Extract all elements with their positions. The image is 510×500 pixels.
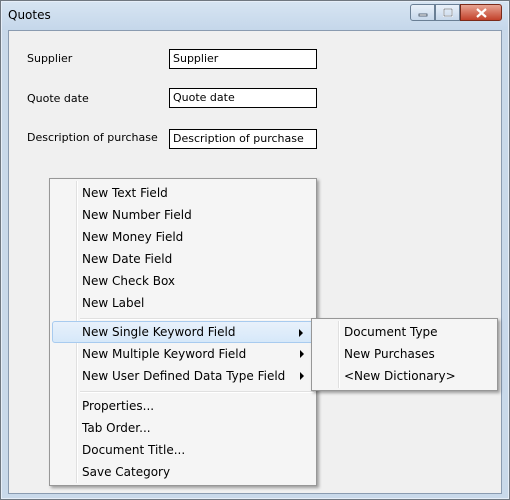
menu-item-new-multiple-keyword-field[interactable]: New Multiple Keyword Field xyxy=(52,343,314,365)
menu-item-new-text-field[interactable]: New Text Field xyxy=(52,182,314,204)
window-title: Quotes xyxy=(8,8,51,22)
submenu-item-document-type[interactable]: Document Type xyxy=(314,321,495,343)
menu-item-new-single-keyword-field[interactable]: New Single Keyword Field xyxy=(52,321,314,343)
menu-item-new-money-field[interactable]: New Money Field xyxy=(52,226,314,248)
menu-item-label: New Multiple Keyword Field xyxy=(82,347,247,361)
menu-item-new-user-defined-data-type-field[interactable]: New User Defined Data Type Field xyxy=(52,365,314,387)
description-label: Description of purchase xyxy=(27,131,158,144)
supplier-field[interactable]: Supplier xyxy=(169,49,317,69)
maximize-icon xyxy=(442,8,453,17)
close-button[interactable] xyxy=(460,4,502,21)
menu-item-properties[interactable]: Properties... xyxy=(52,395,314,417)
description-field[interactable]: Description of purchase xyxy=(169,129,317,149)
menu-item-new-check-box[interactable]: New Check Box xyxy=(52,270,314,292)
menu-separator xyxy=(80,391,314,393)
maximize-button[interactable] xyxy=(435,4,460,21)
menu-item-document-title[interactable]: Document Title... xyxy=(52,439,314,461)
menu-item-label: New Single Keyword Field xyxy=(82,325,236,339)
submenu-arrow-icon xyxy=(300,350,304,358)
close-icon xyxy=(475,7,487,18)
menu-separator xyxy=(80,318,314,320)
quote-date-field[interactable]: Quote date xyxy=(169,88,317,108)
submenu-arrow-icon xyxy=(300,372,304,380)
submenu-item-new-purchases[interactable]: New Purchases xyxy=(314,343,495,365)
title-bar[interactable]: Quotes xyxy=(2,2,508,30)
menu-item-new-label[interactable]: New Label xyxy=(52,292,314,314)
menu-item-label: New User Defined Data Type Field xyxy=(82,369,286,383)
minimize-button[interactable] xyxy=(410,4,435,21)
context-menu: New Text Field New Number Field New Mone… xyxy=(49,178,317,486)
supplier-label: Supplier xyxy=(27,52,73,65)
quote-date-label: Quote date xyxy=(27,92,89,105)
menu-item-tab-order[interactable]: Tab Order... xyxy=(52,417,314,439)
menu-item-new-number-field[interactable]: New Number Field xyxy=(52,204,314,226)
window-controls xyxy=(410,4,502,23)
keyword-submenu: Document Type New Purchases <New Diction… xyxy=(311,318,498,391)
submenu-item-new-dictionary[interactable]: <New Dictionary> xyxy=(314,365,495,387)
menu-item-save-category[interactable]: Save Category xyxy=(52,461,314,483)
menu-item-new-date-field[interactable]: New Date Field xyxy=(52,248,314,270)
submenu-arrow-icon xyxy=(299,329,303,337)
minimize-icon xyxy=(418,13,427,16)
